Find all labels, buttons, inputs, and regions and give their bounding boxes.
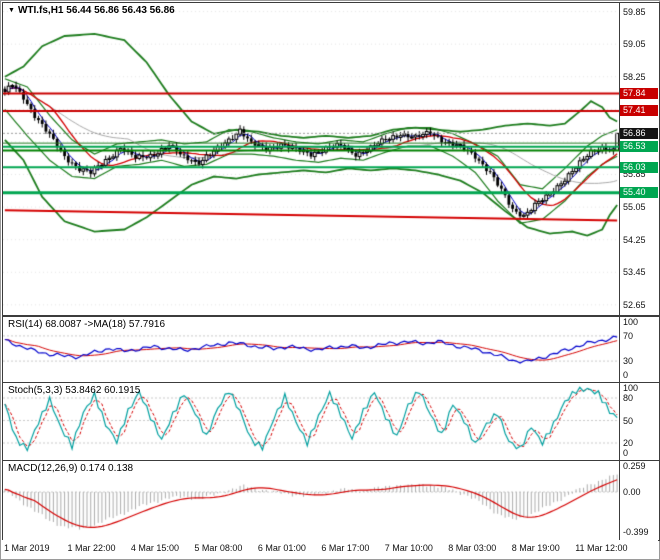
axis-tick: 20 <box>623 438 634 448</box>
stochastic-axis[interactable]: 100 80 50 20 0 <box>619 383 658 460</box>
stochastic-title: Stoch(5,3,3) 53.8462 60.1915 <box>8 385 141 396</box>
time-axis-label: 5 Mar 08:00 <box>194 543 243 553</box>
time-axis-label: 8 Mar 03:00 <box>448 543 497 553</box>
axis-tick: 58.25 <box>623 71 646 82</box>
time-axis-label: 1 Mar 2019 <box>4 543 50 553</box>
axis-tick: 0.00 <box>623 487 641 497</box>
price-axis[interactable]: 59.85 59.05 58.25 55.85 55.05 54.25 53.45 52.65… <box>619 3 658 315</box>
time-axis-label: 1 Mar 22:00 <box>67 543 116 553</box>
axis-tick: 70 <box>623 330 634 341</box>
time-axis-label: 8 Mar 19:00 <box>511 543 560 553</box>
axis-tick: 53.45 <box>623 267 646 278</box>
symbol-ohlc-title: WTI.fs,H1 56.44 56.86 56.43 56.86 <box>17 5 175 16</box>
price-level-badge: 56.86 <box>620 127 658 139</box>
rsi-title: RSI(14) 68.0087 ->MA(18) 57.7916 <box>8 319 166 330</box>
axis-tick: 0.259 <box>623 461 646 472</box>
axis-tick: -0.399 <box>623 526 649 537</box>
price-level-badge: 55.40 <box>620 187 658 199</box>
time-axis-label: 7 Mar 10:00 <box>384 543 433 553</box>
time-axis-label: 11 Mar 12:00 <box>575 543 628 553</box>
axis-tick: 55.05 <box>623 202 646 213</box>
macd-title: MACD(12,26,9) 0.174 0.138 <box>8 463 134 474</box>
rsi-panel: RSI(14) 68.0087 ->MA(18) 57.7916 100 70 30… <box>2 316 660 383</box>
axis-tick: 0 <box>623 448 629 458</box>
axis-tick: 59.05 <box>623 39 646 50</box>
axis-tick: 80 <box>623 393 634 403</box>
axis-tick: 50 <box>623 415 634 426</box>
price-level-badge: 57.84 <box>620 87 658 99</box>
axis-tick: 0 <box>623 370 629 380</box>
time-axis[interactable]: 1 Mar 2019 1 Mar 22:00 4 Mar 15:00 5 Mar 08… <box>2 540 658 559</box>
axis-tick: 52.65 <box>623 299 646 310</box>
axis-tick: 100 <box>623 317 639 327</box>
price-level-badge: 56.03 <box>620 161 658 173</box>
time-axis-label: 6 Mar 01:00 <box>257 543 306 553</box>
chart-window: ▼ WTI.fs,H1 56.44 56.86 56.43 56.86 59.85… <box>0 0 660 560</box>
price-chart-canvas[interactable] <box>3 3 619 313</box>
time-axis-label: 4 Mar 15:00 <box>130 543 179 553</box>
rsi-axis[interactable]: 100 70 30 0 <box>619 317 658 382</box>
macd-panel: MACD(12,26,9) 0.174 0.138 0.259 0.00 -0.39… <box>2 460 660 541</box>
price-level-badge: 57.41 <box>620 105 658 117</box>
macd-axis[interactable]: 0.259 0.00 -0.399 <box>619 461 658 540</box>
price-chart-panel: ▼ WTI.fs,H1 56.44 56.86 56.43 56.86 59.85… <box>2 2 660 316</box>
axis-tick: 100 <box>623 383 639 393</box>
axis-tick: 30 <box>623 356 634 367</box>
dropdown-marker-icon: ▼ <box>8 7 15 14</box>
price-level-badge: 56.53 <box>620 141 658 153</box>
stochastic-panel: Stoch(5,3,3) 53.8462 60.1915 100 80 50 20 0 <box>2 382 660 461</box>
axis-tick: 59.85 <box>623 6 646 17</box>
axis-tick: 54.25 <box>623 234 646 245</box>
chart-title: ▼ WTI.fs,H1 56.44 56.86 56.43 56.86 <box>8 5 175 16</box>
time-axis-label: 6 Mar 17:00 <box>321 543 370 553</box>
